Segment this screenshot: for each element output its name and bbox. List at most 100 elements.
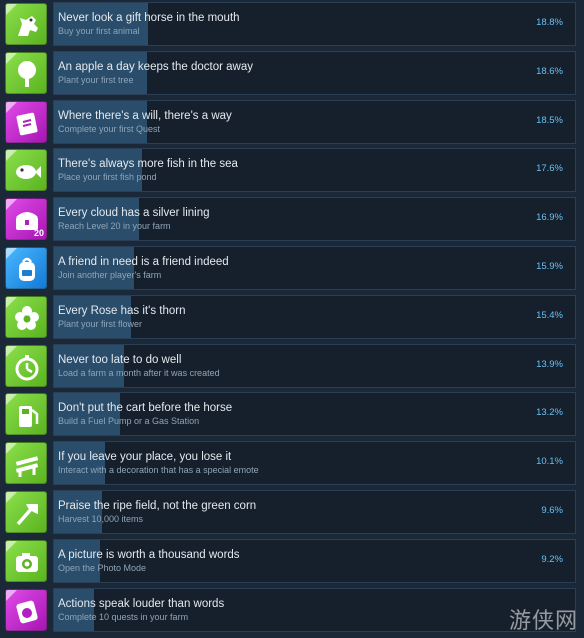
unlock-progress-fill	[54, 295, 131, 338]
achievement-row[interactable]: There's always more fish in the sea Place…	[0, 146, 584, 195]
level-badge: 20	[33, 228, 44, 239]
stopwatch-icon	[15, 354, 39, 381]
achievement-panel: Never too late to do well Load a farm a m…	[53, 343, 576, 388]
achievement-description: Buy your first animal	[58, 26, 140, 36]
fish-icon	[16, 165, 41, 180]
achievement-icon-tile	[5, 100, 47, 143]
unlock-progress-fill	[54, 247, 134, 289]
unlock-progress-fill	[54, 491, 102, 533]
achievement-icon-tile	[5, 442, 47, 485]
camera-icon	[16, 552, 38, 572]
achievement-description: Harvest 10,000 items	[58, 514, 144, 524]
unlock-progress-fill	[54, 149, 142, 192]
unlock-progress-fill	[54, 442, 105, 485]
achievement-panel: Praise the ripe field, not the green cor…	[53, 490, 576, 534]
achievement-panel: Never look a gift horse in the mouth Buy …	[53, 2, 576, 46]
unlock-percent: 18.6%	[536, 65, 563, 77]
achievement-icon-tile	[5, 295, 47, 338]
achievement-row[interactable]: Where there's a will, there's a way Compl…	[0, 98, 584, 147]
achievement-icon-tile	[5, 149, 47, 192]
unlock-progress-fill	[54, 3, 148, 45]
achievement-description: Plant your first tree	[58, 74, 134, 85]
unlock-percent: 18.8%	[536, 17, 563, 28]
achievement-row[interactable]: Never look a gift horse in the mouth Buy …	[0, 0, 584, 49]
achievement-title: If you leave your place, you lose it	[58, 451, 232, 464]
achievement-description: Complete 10 quests in your farm	[58, 611, 189, 622]
achievement-title: Where there's a will, there's a way	[58, 109, 232, 122]
unlock-progress-fill	[54, 344, 124, 387]
achievement-title: Every Rose has it's thorn	[58, 304, 186, 317]
horse-icon	[18, 16, 38, 36]
achievement-description: Open the Photo Mode	[58, 562, 147, 573]
achievement-description: Build a Fuel Pump or a Gas Station	[58, 416, 200, 427]
tree-icon	[18, 60, 36, 87]
achievement-description: Load a farm a month after it was created	[58, 367, 220, 378]
achievement-panel: Every cloud has a silver lining Reach Lev…	[53, 197, 576, 242]
unlock-percent: 13.9%	[536, 358, 563, 370]
achievement-title: Praise the ripe field, not the green cor…	[58, 500, 257, 512]
quest-scroll-icon	[16, 112, 38, 135]
unlock-percent: 17.6%	[536, 163, 563, 175]
unlock-progress-fill	[54, 393, 120, 436]
achievement-panel: If you leave your place, you lose it Inte…	[53, 441, 576, 486]
achievement-icon-tile	[5, 344, 47, 387]
achievement-list: Never look a gift horse in the mouth Buy …	[0, 0, 584, 638]
achievement-row[interactable]: Actions speak louder than words Complete …	[0, 586, 584, 635]
achievement-description: Complete your first Quest	[58, 123, 161, 134]
achievement-panel: A picture is worth a thousand words Open …	[53, 538, 576, 583]
achievement-row[interactable]: If you leave your place, you lose it Inte…	[0, 439, 584, 488]
achievement-icon-tile	[5, 491, 47, 533]
achievement-row[interactable]: Praise the ripe field, not the green cor…	[0, 488, 584, 537]
bench-icon	[15, 456, 39, 478]
achievement-icon-tile	[5, 393, 47, 436]
achievement-row[interactable]: A friend in need is a friend indeed Join …	[0, 244, 584, 293]
achievement-row[interactable]: Never too late to do well Load a farm a m…	[0, 342, 584, 391]
achievement-title: Never look a gift horse in the mouth	[58, 12, 240, 24]
achievement-row[interactable]: An apple a day keeps the doctor away Plan…	[0, 49, 584, 98]
achievement-title: Never too late to do well	[58, 353, 182, 366]
achievement-panel: Don't put the cart before the horse Build…	[53, 392, 576, 437]
unlock-percent: 16.9%	[536, 212, 563, 224]
achievement-icon-tile	[5, 51, 47, 94]
achievement-title: There's always more fish in the sea	[58, 158, 238, 171]
unlock-percent: 10.1%	[536, 456, 563, 468]
achievement-title: A picture is worth a thousand words	[58, 548, 240, 561]
achievement-description: Reach Level 20 in your farm	[58, 221, 171, 232]
achievement-panel: There's always more fish in the sea Place…	[53, 148, 576, 193]
fuel-pump-icon	[19, 406, 39, 428]
quest-stamp-icon	[16, 600, 38, 623]
unlock-percent: 9.2%	[541, 553, 563, 565]
achievement-row[interactable]: A picture is worth a thousand words Open …	[0, 537, 584, 586]
flower-icon	[15, 305, 39, 330]
achievement-description: Interact with a decoration that has a sp…	[58, 465, 259, 476]
achievement-row[interactable]: Every Rose has it's thorn Plant your firs…	[0, 293, 584, 342]
achievement-panel: An apple a day keeps the doctor away Plan…	[53, 50, 576, 95]
watermark: 游侠网	[508, 609, 578, 634]
achievement-icon-tile	[5, 247, 47, 289]
achievement-description: Join another player's farm	[58, 270, 162, 280]
unlock-percent: 18.5%	[536, 114, 563, 126]
achievement-icon-tile: 20	[5, 198, 47, 241]
achievement-row[interactable]: Don't put the cart before the horse Build…	[0, 390, 584, 439]
achievement-panel: A friend in need is a friend indeed Join …	[53, 246, 576, 290]
achievement-title: Actions speak louder than words	[58, 597, 225, 610]
achievement-icon-tile	[5, 588, 47, 631]
achievement-description: Plant your first flower	[58, 318, 143, 329]
backpack-icon	[19, 257, 35, 281]
unlock-percent: 9.6%	[541, 505, 563, 516]
unlock-progress-fill	[54, 588, 94, 631]
unlock-percent: 15.9%	[536, 261, 563, 272]
unlock-progress-fill	[54, 539, 100, 582]
unlock-progress-fill	[54, 100, 147, 143]
unlock-percent: 15.4%	[536, 309, 563, 321]
unlock-progress-fill	[54, 198, 139, 241]
achievement-icon-tile	[5, 539, 47, 582]
achievement-panel: Every Rose has it's thorn Plant your firs…	[53, 294, 576, 339]
achievement-icon-tile	[5, 3, 47, 45]
unlock-progress-fill	[54, 51, 147, 94]
achievement-panel: Where there's a will, there's a way Compl…	[53, 99, 576, 144]
achievement-row[interactable]: 20 Every cloud has a silver lining Reach L…	[0, 195, 584, 244]
axe-icon	[16, 504, 38, 526]
achievement-title: Every cloud has a silver lining	[58, 207, 210, 220]
achievement-description: Place your first fish pond	[58, 172, 157, 183]
